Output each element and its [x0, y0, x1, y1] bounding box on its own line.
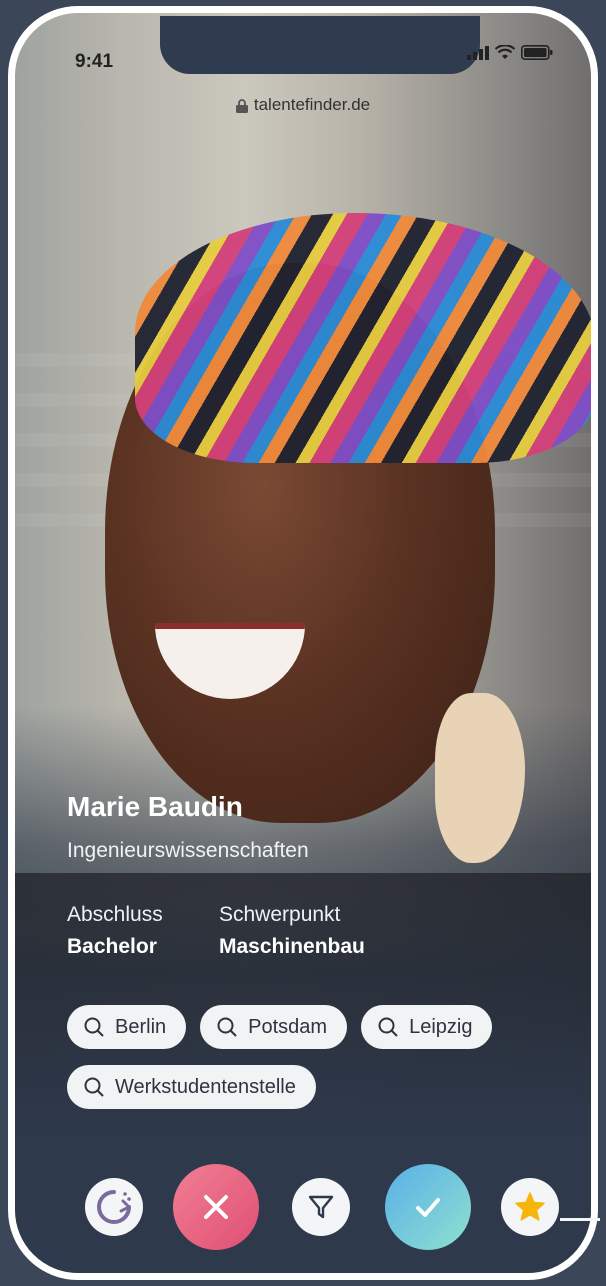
lock-icon	[235, 98, 248, 113]
phone-frame: 9:41 talentefinder.de Marie Baudin Ingen…	[8, 6, 598, 1280]
reject-button[interactable]	[173, 1164, 259, 1250]
accept-button[interactable]	[385, 1164, 471, 1250]
search-icon	[84, 1077, 104, 1097]
degree-block: Abschluss Bachelor	[67, 903, 163, 959]
home-indicator	[560, 1218, 600, 1221]
signal-icon	[467, 45, 489, 60]
profile-name: Marie Baudin	[67, 791, 243, 822]
search-icon	[217, 1017, 237, 1037]
device-notch	[160, 16, 480, 74]
check-icon	[416, 1198, 440, 1217]
chip-berlin[interactable]: Berlin	[67, 1005, 187, 1049]
battery-icon	[521, 45, 553, 60]
degree-value: Bachelor	[67, 935, 157, 958]
chip-label: Potsdam	[248, 1015, 328, 1038]
chip-label: Werkstudentenstelle	[115, 1075, 296, 1098]
filter-icon	[308, 1195, 334, 1219]
status-icons	[467, 45, 553, 60]
chip-label: Berlin	[115, 1015, 167, 1038]
url-text: talentefinder.de	[253, 95, 371, 114]
favorite-button[interactable]	[501, 1178, 559, 1236]
chip-potsdam[interactable]: Potsdam	[200, 1005, 348, 1049]
search-icon	[378, 1017, 398, 1037]
action-bar	[55, 1146, 591, 1268]
chip-werkstudentenstelle[interactable]: Werkstudentenstelle	[67, 1065, 316, 1109]
chip-label: Leipzig	[409, 1015, 473, 1038]
browser-url-bar[interactable]: talentefinder.de	[15, 95, 591, 115]
wifi-icon	[495, 45, 515, 59]
degree-label: Abschluss	[67, 903, 163, 926]
undo-icon	[97, 1190, 131, 1224]
undo-button[interactable]	[85, 1178, 143, 1236]
chip-leipzig[interactable]: Leipzig	[361, 1005, 493, 1049]
profile-field: Ingenieurswissenschaften	[67, 839, 309, 862]
focus-block: Schwerpunkt Maschinenbau	[219, 903, 365, 959]
focus-label: Schwerpunkt	[219, 903, 341, 926]
search-chips: Berlin Potsdam Leipzig Werkstudentenstel…	[67, 1005, 567, 1109]
focus-value: Maschinenbau	[219, 935, 365, 958]
star-icon	[515, 1192, 545, 1221]
search-icon	[84, 1017, 104, 1037]
filter-button[interactable]	[292, 1178, 350, 1236]
status-time: 9:41	[75, 51, 114, 72]
close-icon	[204, 1195, 228, 1219]
